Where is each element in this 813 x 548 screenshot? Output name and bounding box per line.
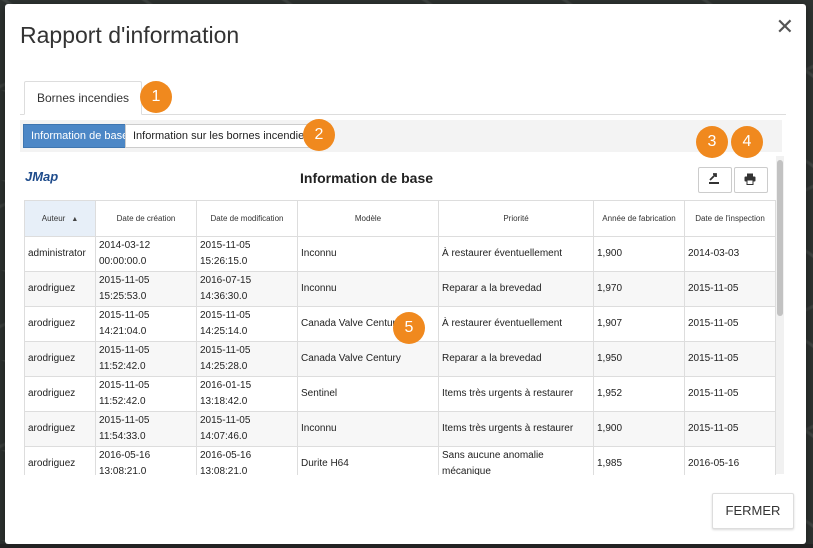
cell-modele: Durite H64 xyxy=(297,446,439,475)
cell-priorite: Reparar a la brevedad xyxy=(438,271,594,307)
table-row[interactable]: arodriguez 2015-11-05 15:25:53.0 2016-07… xyxy=(24,271,776,307)
cell-date-inspection: 2016-05-16 xyxy=(684,446,776,475)
cell-modele: Inconnu xyxy=(297,236,439,272)
column-header-priorite[interactable]: Priorité xyxy=(438,200,594,237)
cell-date-modification: 2015-11-05 14:25:28.0 xyxy=(196,341,298,377)
callout-badge-1: 1 xyxy=(140,81,172,113)
cell-date-creation: 2014-03-12 00:00:00.0 xyxy=(95,236,197,272)
cell-annee-fabrication: 1,952 xyxy=(593,376,685,412)
cell-date-creation: 2015-11-05 11:52:42.0 xyxy=(95,376,197,412)
cell-annee-fabrication: 1,900 xyxy=(593,236,685,272)
cell-date-modification: 2016-01-15 13:18:42.0 xyxy=(196,376,298,412)
export-icon xyxy=(709,173,719,184)
cell-auteur: arodriguez xyxy=(24,411,96,447)
close-icon[interactable]: ✕ xyxy=(776,16,794,38)
map-bottom-strip xyxy=(0,544,813,548)
cell-priorite: Sans aucune anomalie mécanique xyxy=(438,446,594,475)
cell-date-creation: 2015-11-05 11:52:42.0 xyxy=(95,341,197,377)
cell-date-inspection: 2015-11-05 xyxy=(684,376,776,412)
subtab-bar: Information de base Information sur les … xyxy=(20,120,782,152)
cell-priorite: À restaurer éventuellement xyxy=(438,306,594,342)
table-row[interactable]: administrator 2014-03-12 00:00:00.0 2015… xyxy=(24,236,776,272)
tab-bornes-incendies[interactable]: Bornes incendies xyxy=(24,81,143,115)
cell-auteur: arodriguez xyxy=(24,306,96,342)
callout-badge-3: 3 xyxy=(696,126,728,158)
cell-date-modification: 2015-11-05 14:25:14.0 xyxy=(196,306,298,342)
sort-ascending-icon: ▲ xyxy=(71,216,79,223)
cell-date-creation: 2015-11-05 11:54:33.0 xyxy=(95,411,197,447)
column-header-date-creation[interactable]: Date de création xyxy=(95,200,197,237)
cell-modele: Canada Valve Century xyxy=(297,341,439,377)
cell-annee-fabrication: 1,985 xyxy=(593,446,685,475)
cell-priorite: Items très urgents à restaurer xyxy=(438,411,594,447)
cell-auteur: arodriguez xyxy=(24,271,96,307)
report-scrollbar[interactable] xyxy=(776,156,784,474)
column-header-auteur[interactable]: Auteur ▲ xyxy=(24,200,96,237)
subtab-information-de-base[interactable]: Information de base xyxy=(23,124,137,148)
table-row[interactable]: arodriguez 2016-05-16 13:08:21.0 2016-05… xyxy=(24,446,776,475)
cell-priorite: Items très urgents à restaurer xyxy=(438,376,594,412)
report-title: Information de base xyxy=(300,170,434,186)
cell-date-inspection: 2015-11-05 xyxy=(684,341,776,377)
cell-date-modification: 2015-11-05 15:26:15.0 xyxy=(196,236,298,272)
cell-date-inspection: 2015-11-05 xyxy=(684,306,776,342)
jmap-logo: JMap xyxy=(25,169,59,184)
cell-date-creation: 2016-05-16 13:08:21.0 xyxy=(95,446,197,475)
cell-date-creation: 2015-11-05 14:21:04.0 xyxy=(95,306,197,342)
cell-date-modification: 2016-07-15 14:36:30.0 xyxy=(196,271,298,307)
column-header-annee-fabrication[interactable]: Année de fabrication xyxy=(593,200,685,237)
table-row[interactable]: arodriguez 2015-11-05 11:52:42.0 2016-01… xyxy=(24,376,776,412)
print-icon xyxy=(744,173,756,185)
column-header-modele[interactable]: Modèle xyxy=(297,200,439,237)
cell-auteur: arodriguez xyxy=(24,341,96,377)
cell-priorite: Reparar a la brevedad xyxy=(438,341,594,377)
cell-auteur: administrator xyxy=(24,236,96,272)
cell-auteur: arodriguez xyxy=(24,446,96,475)
print-button[interactable] xyxy=(734,167,768,193)
fermer-button[interactable]: FERMER xyxy=(712,493,794,529)
column-header-date-modification[interactable]: Date de modification xyxy=(196,200,298,237)
export-button[interactable] xyxy=(698,167,732,193)
cell-date-modification: 2016-05-16 13:08:21.0 xyxy=(196,446,298,475)
cell-modele: Inconnu xyxy=(297,271,439,307)
callout-badge-2: 2 xyxy=(303,119,335,151)
dialog-title: Rapport d'information xyxy=(20,22,240,48)
table-row[interactable]: arodriguez 2015-11-05 11:54:33.0 2015-11… xyxy=(24,411,776,447)
callout-badge-5: 5 xyxy=(393,312,425,344)
cell-annee-fabrication: 1,900 xyxy=(593,411,685,447)
cell-priorite: À restaurer éventuellement xyxy=(438,236,594,272)
cell-auteur: arodriguez xyxy=(24,376,96,412)
cell-date-creation: 2015-11-05 15:25:53.0 xyxy=(95,271,197,307)
subtab-information-bornes[interactable]: Information sur les bornes incendies xyxy=(125,124,318,148)
cell-date-inspection: 2015-11-05 xyxy=(684,271,776,307)
cell-annee-fabrication: 1,970 xyxy=(593,271,685,307)
callout-badge-4: 4 xyxy=(731,126,763,158)
scrollbar-thumb[interactable] xyxy=(777,160,783,316)
table-row[interactable]: arodriguez 2015-11-05 11:52:42.0 2015-11… xyxy=(24,341,776,377)
cell-modele: Inconnu xyxy=(297,411,439,447)
cell-annee-fabrication: 1,950 xyxy=(593,341,685,377)
tab-bar: Bornes incendies xyxy=(20,80,786,115)
cell-date-inspection: 2014-03-03 xyxy=(684,236,776,272)
cell-date-modification: 2015-11-05 14:07:46.0 xyxy=(196,411,298,447)
column-header-date-inspection[interactable]: Date de l'inspection xyxy=(684,200,776,237)
cell-date-inspection: 2015-11-05 xyxy=(684,411,776,447)
report-dialog: Rapport d'information ✕ Bornes incendies… xyxy=(5,4,806,544)
cell-modele: Sentinel xyxy=(297,376,439,412)
cell-annee-fabrication: 1,907 xyxy=(593,306,685,342)
